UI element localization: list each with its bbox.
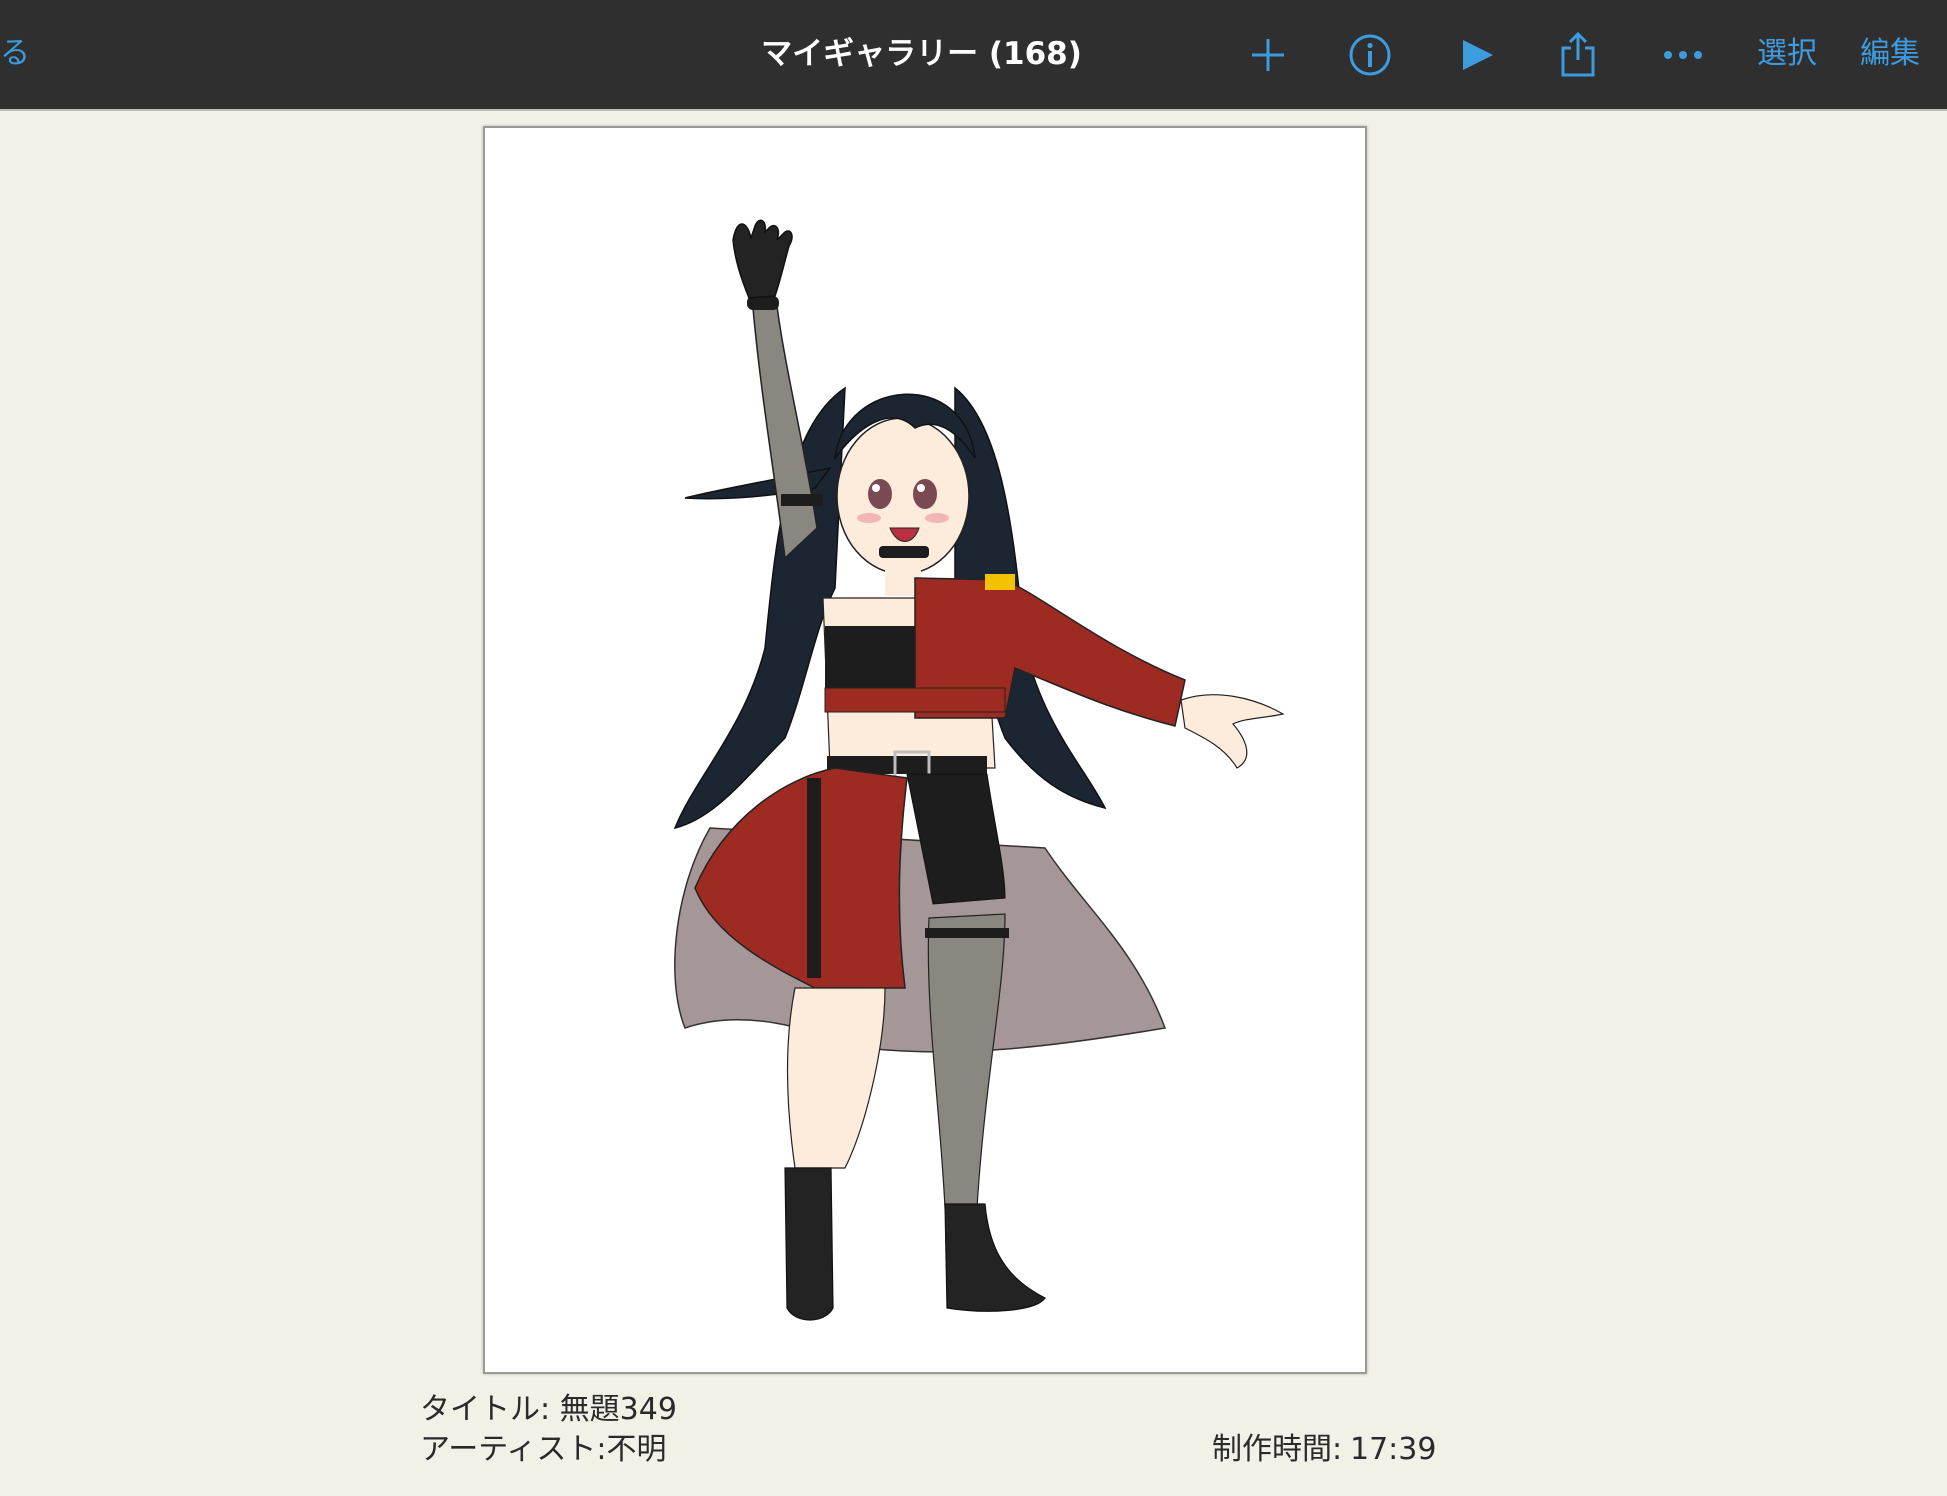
artwork-preview[interactable] xyxy=(483,126,1367,1374)
play-icon xyxy=(1463,40,1493,70)
share-button[interactable] xyxy=(1558,26,1598,84)
share-icon xyxy=(1561,32,1595,77)
info-button[interactable] xyxy=(1348,26,1392,84)
more-button[interactable] xyxy=(1661,26,1705,84)
select-button[interactable]: 選択 xyxy=(1757,32,1817,76)
plus-icon xyxy=(1252,39,1284,71)
play-button[interactable] xyxy=(1460,26,1496,84)
artwork-artist: アーティスト:不明 xyxy=(420,1432,667,1467)
more-icon xyxy=(1664,51,1702,59)
artwork-image xyxy=(673,219,1285,1321)
creation-time-label: 制作時間: xyxy=(1212,1432,1343,1467)
info-icon xyxy=(1349,34,1391,76)
edit-button[interactable]: 編集 xyxy=(1860,32,1920,76)
add-button[interactable] xyxy=(1248,26,1288,84)
creation-time-value: 17:39 xyxy=(1350,1432,1437,1467)
artwork-title: タイトル: 無題349 xyxy=(420,1392,677,1427)
top-toolbar: る マイギャラリー (168) 選択 編集 xyxy=(0,0,1947,111)
